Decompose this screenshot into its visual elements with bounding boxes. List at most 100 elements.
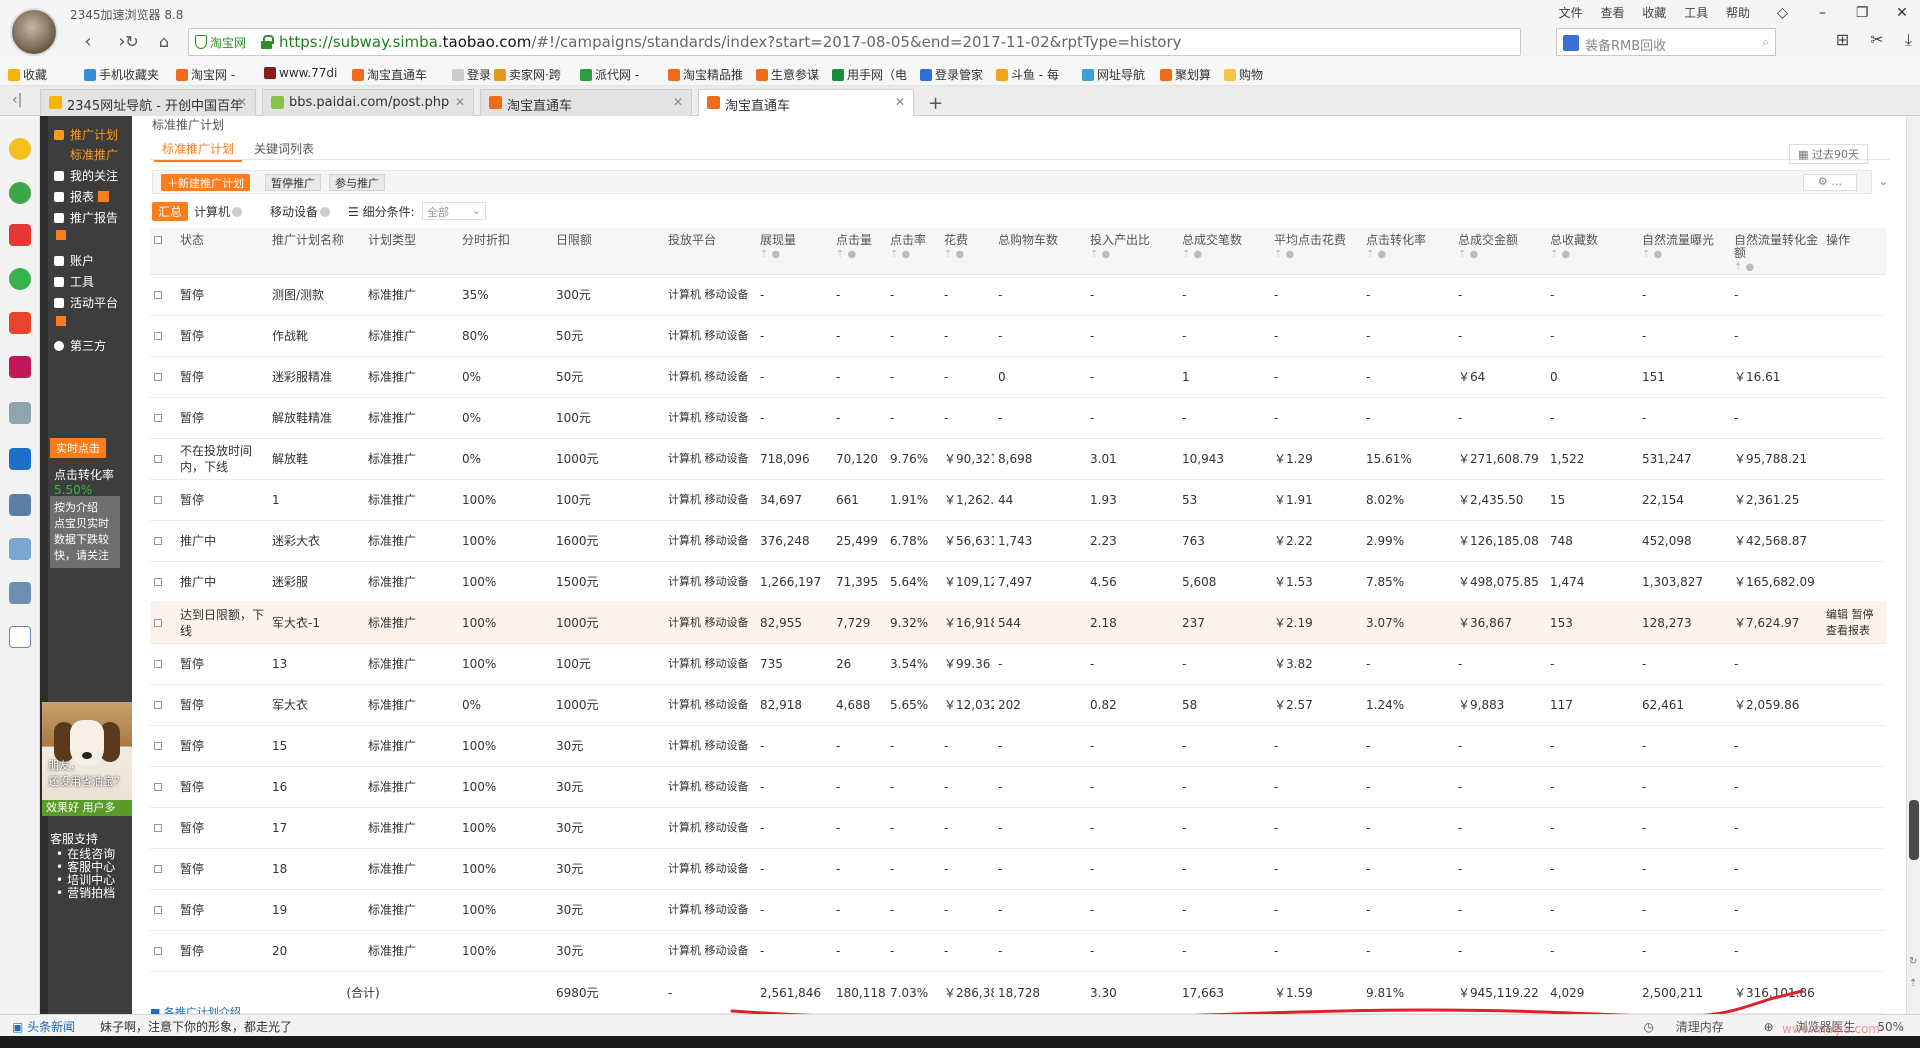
zoom-level[interactable]: 50% — [1877, 1020, 1904, 1034]
discount-link[interactable]: 100% — [458, 848, 552, 890]
bookmark-item[interactable]: 登录管家 — [920, 66, 983, 83]
daily-limit-link[interactable]: 30元 — [552, 725, 664, 767]
bookmark-item[interactable]: 卖家网·跨 — [494, 66, 561, 83]
desktop-icon[interactable] — [9, 626, 31, 648]
platform-link[interactable]: 计算机 移动设备 — [664, 438, 756, 480]
url-text[interactable]: https://subway.simba.taobao.com/#!/campa… — [279, 33, 1182, 51]
checkbox[interactable] — [154, 701, 162, 709]
bookmark-item[interactable]: 用手网（电 — [832, 66, 907, 83]
platform-link[interactable]: 计算机 移动设备 — [664, 561, 756, 603]
star-icon[interactable] — [9, 138, 31, 160]
platform-link[interactable]: 计算机 移动设备 — [664, 315, 756, 357]
search-input[interactable]: 装备RMB回收 ⌕ — [1556, 28, 1776, 56]
row-select-cell[interactable] — [150, 930, 176, 972]
join-button[interactable]: 参与推广 — [329, 174, 385, 191]
platform-link[interactable]: 计算机 移动设备 — [664, 725, 756, 767]
row-select-cell[interactable] — [150, 766, 176, 808]
platform-link[interactable]: 计算机 移动设备 — [664, 356, 756, 398]
daily-limit-link[interactable]: 30元 — [552, 930, 664, 972]
status-cell[interactable]: 暂停 — [176, 479, 268, 521]
platform-link[interactable]: 计算机 移动设备 — [664, 766, 756, 808]
sort-icon[interactable]: ⇡ ● — [890, 248, 936, 261]
bookmark-item[interactable]: 斗鱼 - 每 — [996, 66, 1059, 83]
bookmark-item[interactable]: 登录 — [452, 66, 491, 83]
platform-link[interactable]: 计算机 移动设备 — [664, 807, 756, 849]
row-select-cell[interactable] — [150, 602, 176, 644]
checkbox[interactable] — [154, 660, 162, 668]
sidebar-item-third-party[interactable]: 第三方 — [54, 337, 106, 354]
status-cell[interactable]: 暂停 — [176, 356, 268, 398]
status-cell[interactable]: 暂停 — [176, 807, 268, 849]
table-row[interactable]: 暂停 迷彩服精准 标准推广 0% 50元 计算机 移动设备 - - - -0-1- - ￥64 0 151… — [150, 356, 1886, 398]
date-range-select[interactable]: ▦ 过去90天 — [1789, 144, 1868, 164]
table-row[interactable]: 暂停 测图/测款 标准推广 35% 300元 计算机 移动设备 - - - - - - - - - - - - - — [150, 274, 1886, 316]
table-row[interactable]: 暂停 15 标准推广 100% 30元 计算机 移动设备 - - - - - - - - - - - - - — [150, 725, 1886, 767]
plan-name-link[interactable]: 20 — [268, 930, 364, 972]
daily-limit-link[interactable]: 30元 — [552, 848, 664, 890]
search-icon[interactable]: ⌕ — [1762, 35, 1769, 50]
daily-limit-link[interactable]: 100元 — [552, 397, 664, 439]
menu-help[interactable]: 帮助 — [1726, 6, 1750, 20]
row-select-cell[interactable] — [150, 356, 176, 398]
sidebar-item-follow[interactable]: 我的关注 — [54, 167, 118, 184]
daily-limit-link[interactable]: 1000元 — [552, 438, 664, 480]
browser-tab[interactable]: bbs.paidai.com/post.php ✕ — [262, 89, 474, 116]
skin-icon[interactable]: ◇ — [1765, 0, 1801, 26]
sort-icon[interactable]: ⇡ ● — [1090, 248, 1174, 261]
wechat-icon[interactable] — [9, 268, 31, 290]
sort-icon[interactable]: ⇡ ● — [760, 248, 828, 261]
close-icon[interactable]: ✕ — [1884, 0, 1920, 26]
table-row[interactable]: 推广中 迷彩大衣 标准推广 100% 1600元 计算机 移动设备 376,248 25,49… — [150, 520, 1886, 562]
bookmark-item[interactable]: 网址导航 — [1082, 66, 1145, 83]
back-icon[interactable]: ‹ — [76, 30, 100, 54]
discount-link[interactable]: 100% — [458, 807, 552, 849]
plan-name-link[interactable]: 军大衣 — [268, 684, 364, 726]
col-natural-impressions[interactable]: 自然流量曝光 ⇡ ● — [1638, 228, 1730, 275]
vertical-scrollbar[interactable]: ↻ ⇡ — [1906, 116, 1920, 1014]
status-cell[interactable]: 推广中 — [176, 520, 268, 562]
scrollbar-thumb[interactable] — [1909, 800, 1919, 860]
row-select-cell[interactable] — [150, 520, 176, 562]
checkbox[interactable] — [154, 455, 162, 463]
col-impressions[interactable]: 展现量 ⇡ ● — [756, 228, 832, 275]
col-ctr[interactable]: 点击率 ⇡ ● — [886, 228, 940, 275]
row-actions[interactable] — [1822, 520, 1886, 562]
platform-link[interactable]: 计算机 移动设备 — [664, 520, 756, 562]
filter-computer[interactable]: 计算机 — [188, 202, 248, 221]
address-bar[interactable]: 淘宝网 https://subway.simba.taobao.com/#!/c… — [188, 28, 1521, 56]
status-cell[interactable]: 不在投放时间内，下线 — [176, 438, 268, 480]
discount-link[interactable]: 0% — [458, 397, 552, 439]
col-clicks[interactable]: 点击量 ⇡ ● — [832, 228, 886, 275]
plan-name-link[interactable]: 测图/测款 — [268, 274, 364, 316]
sort-icon[interactable]: ⇡ ● — [836, 248, 882, 261]
col-cvr[interactable]: 点击转化率 ⇡ ● — [1362, 228, 1454, 275]
table-row[interactable]: 暂停 13 标准推广 100% 100元 计算机 移动设备 735 26 3.54% ￥99.36… — [150, 643, 1886, 685]
video-icon[interactable] — [9, 448, 31, 470]
bookmark-item[interactable]: 淘宝网 - — [176, 66, 235, 83]
checkbox[interactable] — [154, 783, 162, 791]
bookmark-item[interactable]: 派代网 - — [580, 66, 639, 83]
search-engine-icon[interactable] — [1563, 35, 1579, 51]
table-row[interactable]: 暂停 19 标准推广 100% 30元 计算机 移动设备 - - - - - - - - - - - - - — [150, 889, 1886, 931]
bookmark-item[interactable]: www.77di — [264, 66, 337, 80]
collapse-icon[interactable]: ⌄ — [1879, 175, 1888, 188]
sort-icon[interactable]: ⇡ ● — [1734, 261, 1818, 274]
refresh-small-icon[interactable]: ↻ — [1909, 956, 1917, 967]
status-cell[interactable]: 暂停 — [176, 274, 268, 316]
discount-link[interactable]: 100% — [458, 889, 552, 931]
bookmark-item[interactable]: 生意参谋 — [756, 66, 819, 83]
discount-link[interactable]: 100% — [458, 561, 552, 603]
row-actions[interactable] — [1822, 848, 1886, 890]
status-cell[interactable]: 暂停 — [176, 848, 268, 890]
discount-link[interactable]: 0% — [458, 356, 552, 398]
sort-icon[interactable]: ⇡ ● — [1458, 248, 1542, 261]
discount-link[interactable]: 100% — [458, 725, 552, 767]
help-icon[interactable] — [232, 207, 243, 217]
browser-tab-active[interactable]: 淘宝直通车 ✕ — [698, 89, 914, 117]
row-select-cell[interactable] — [150, 274, 176, 316]
computer-icon[interactable] — [9, 494, 31, 516]
scissors-icon[interactable]: ✂ — [1870, 30, 1883, 49]
gamepad-icon[interactable] — [9, 402, 31, 424]
col-natural-gmv[interactable]: 自然流量转化金额 ⇡ ● — [1730, 228, 1822, 275]
sidebar-item-account[interactable]: 账户 — [54, 252, 94, 269]
